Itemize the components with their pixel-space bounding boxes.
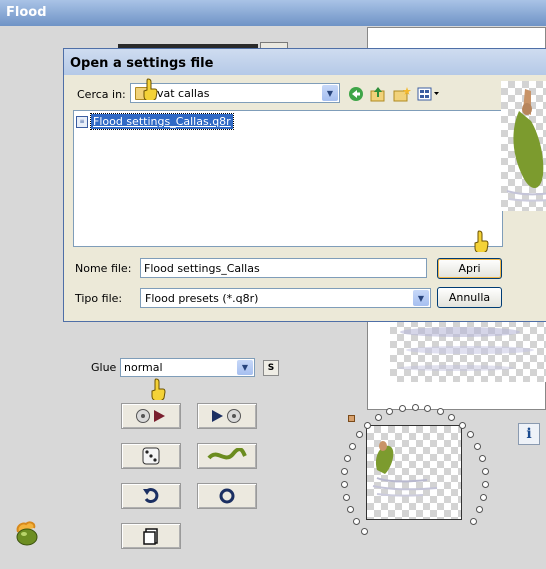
dialog-preview xyxy=(501,81,546,211)
rotation-handle[interactable] xyxy=(348,415,355,422)
rotation-ring-dot[interactable] xyxy=(436,408,444,416)
rotation-ring-dot[interactable] xyxy=(469,517,477,525)
rotation-ring-dot[interactable] xyxy=(458,421,466,429)
info-button[interactable]: i xyxy=(518,423,540,445)
clipboard-icon xyxy=(143,528,158,545)
rotation-ring-dot[interactable] xyxy=(424,404,432,412)
save-preset-button[interactable] xyxy=(197,403,257,429)
hand-pointer-icon xyxy=(474,230,489,252)
preview-reflection xyxy=(390,320,546,382)
filetype-label: Tipo file: xyxy=(75,292,123,305)
dialog-title: Open a settings file xyxy=(70,56,214,71)
flood-logo-icon xyxy=(16,521,38,546)
rotation-ring-dot[interactable] xyxy=(355,431,363,439)
rotation-ring-dot[interactable] xyxy=(386,408,394,416)
circle-icon xyxy=(219,488,235,504)
window-title: Flood xyxy=(6,5,47,20)
copy-button[interactable] xyxy=(121,523,181,549)
filename-label: Nome file: xyxy=(75,262,132,275)
rotation-ring-dot[interactable] xyxy=(476,506,484,514)
random-button[interactable] xyxy=(121,443,181,469)
up-folder-icon[interactable] xyxy=(369,85,387,103)
rotation-ring-dot[interactable] xyxy=(411,403,419,411)
rotation-ring-dot[interactable] xyxy=(448,414,456,422)
hand-pointer-icon xyxy=(143,78,158,100)
hand-pointer-icon xyxy=(151,378,166,400)
rotation-ring-dot[interactable] xyxy=(481,467,489,475)
open-file-dialog: Open a settings file Cerca in: vat calla… xyxy=(63,48,546,322)
rotation-ring-dot[interactable] xyxy=(374,414,382,422)
look-in-value: vat callas xyxy=(157,87,210,100)
open-button[interactable]: Apri xyxy=(437,258,502,279)
look-in-label: Cerca in: xyxy=(77,88,126,101)
wave-button[interactable] xyxy=(197,443,257,469)
undo-button[interactable] xyxy=(121,483,181,509)
glue-label: Glue xyxy=(91,361,117,374)
rotation-ring-dot[interactable] xyxy=(474,442,482,450)
chevron-down-icon[interactable]: ▼ xyxy=(413,290,429,306)
rotation-ring-dot[interactable] xyxy=(398,404,406,412)
rotation-ring-dot[interactable] xyxy=(361,528,369,536)
file-list[interactable]: ≡ Flood settings_Callas.q8r xyxy=(73,110,503,247)
window-titlebar: Flood xyxy=(0,0,546,26)
settings-file-icon: ≡ xyxy=(76,115,88,128)
dice-icon xyxy=(142,447,160,465)
file-name[interactable]: Flood settings_Callas.q8r xyxy=(90,113,234,130)
rotation-ring-dot[interactable] xyxy=(348,442,356,450)
rotation-ring-dot[interactable] xyxy=(340,480,348,488)
play-disc-icon xyxy=(212,409,241,423)
undo-arrow-icon xyxy=(143,488,159,504)
cancel-button[interactable]: Annulla xyxy=(437,287,502,308)
load-preset-button[interactable] xyxy=(121,403,181,429)
glue-side-button[interactable]: S xyxy=(263,360,279,376)
filetype-select[interactable]: Flood presets (*.q8r) ▼ xyxy=(140,288,431,308)
thumbnail-preview xyxy=(366,425,462,520)
wave-icon xyxy=(207,448,247,460)
rotation-ring-dot[interactable] xyxy=(479,454,487,462)
reset-button[interactable] xyxy=(197,483,257,509)
filename-value: Flood settings_Callas xyxy=(144,262,260,275)
glue-value: normal xyxy=(124,361,163,374)
rotation-ring-dot[interactable] xyxy=(353,517,361,525)
disc-play-icon xyxy=(136,409,165,423)
dialog-titlebar: Open a settings file xyxy=(64,49,546,75)
filetype-value: Flood presets (*.q8r) xyxy=(145,292,259,305)
new-folder-icon[interactable] xyxy=(393,85,411,103)
rotation-ring-dot[interactable] xyxy=(341,467,349,475)
rotation-ring-dot[interactable] xyxy=(467,431,475,439)
rotation-ring-dot[interactable] xyxy=(480,493,488,501)
filename-input[interactable]: Flood settings_Callas xyxy=(140,258,427,278)
glue-select[interactable]: normal ▼ xyxy=(120,358,255,377)
rotation-ring-dot[interactable] xyxy=(342,493,350,501)
back-icon[interactable] xyxy=(347,85,365,103)
chevron-down-icon[interactable]: ▼ xyxy=(237,360,253,375)
rotation-ring-dot[interactable] xyxy=(346,506,354,514)
view-menu-icon[interactable] xyxy=(417,85,441,103)
file-list-item[interactable]: ≡ Flood settings_Callas.q8r xyxy=(76,113,234,130)
rotation-ring-dot[interactable] xyxy=(343,454,351,462)
look-in-combo[interactable]: vat callas ▼ xyxy=(130,83,340,103)
chevron-down-icon[interactable]: ▼ xyxy=(322,85,338,101)
rotation-ring-dot[interactable] xyxy=(482,480,490,488)
